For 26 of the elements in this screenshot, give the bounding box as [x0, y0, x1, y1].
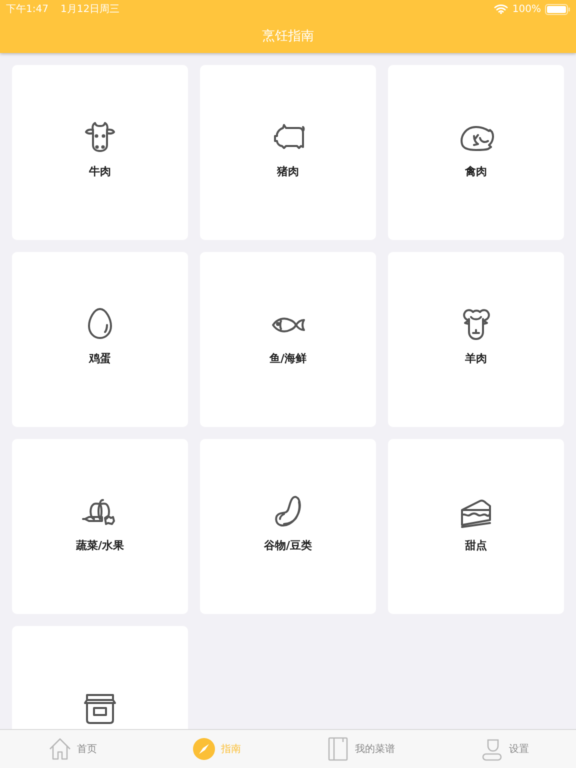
wifi-icon [494, 4, 508, 14]
category-card[interactable]: 谷物/豆类 [200, 439, 376, 614]
category-label: 蔬菜/水果 [76, 538, 124, 553]
home-icon [47, 736, 73, 762]
category-card[interactable]: 甜点 [388, 439, 564, 614]
category-label: 猪肉 [277, 164, 299, 179]
category-label: 禽肉 [465, 164, 487, 179]
category-label: 鱼/海鲜 [269, 351, 307, 366]
compass-icon [191, 736, 217, 762]
battery-percent: 100% [512, 4, 541, 14]
category-label: 羊肉 [465, 351, 487, 366]
category-label: 谷物/豆类 [264, 538, 312, 553]
category-label: 牛肉 [89, 164, 111, 179]
category-card[interactable]: 鸡蛋 [12, 252, 188, 427]
category-label: 甜点 [465, 538, 487, 553]
category-card[interactable]: 鱼/海鲜 [200, 252, 376, 427]
page-title: 烹饪指南 [262, 28, 314, 44]
category-card[interactable]: 蔬菜/水果 [12, 439, 188, 614]
category-card[interactable]: 羊肉 [388, 252, 564, 427]
category-card[interactable]: 猪肉 [200, 65, 376, 240]
category-card[interactable]: 牛肉 [12, 65, 188, 240]
status-time: 下午1:47 [6, 3, 48, 16]
status-date: 1月12日周三 [60, 3, 120, 16]
category-label: 鸡蛋 [89, 351, 111, 366]
battery-icon [545, 4, 570, 14]
category-card[interactable]: 禽肉 [388, 65, 564, 240]
